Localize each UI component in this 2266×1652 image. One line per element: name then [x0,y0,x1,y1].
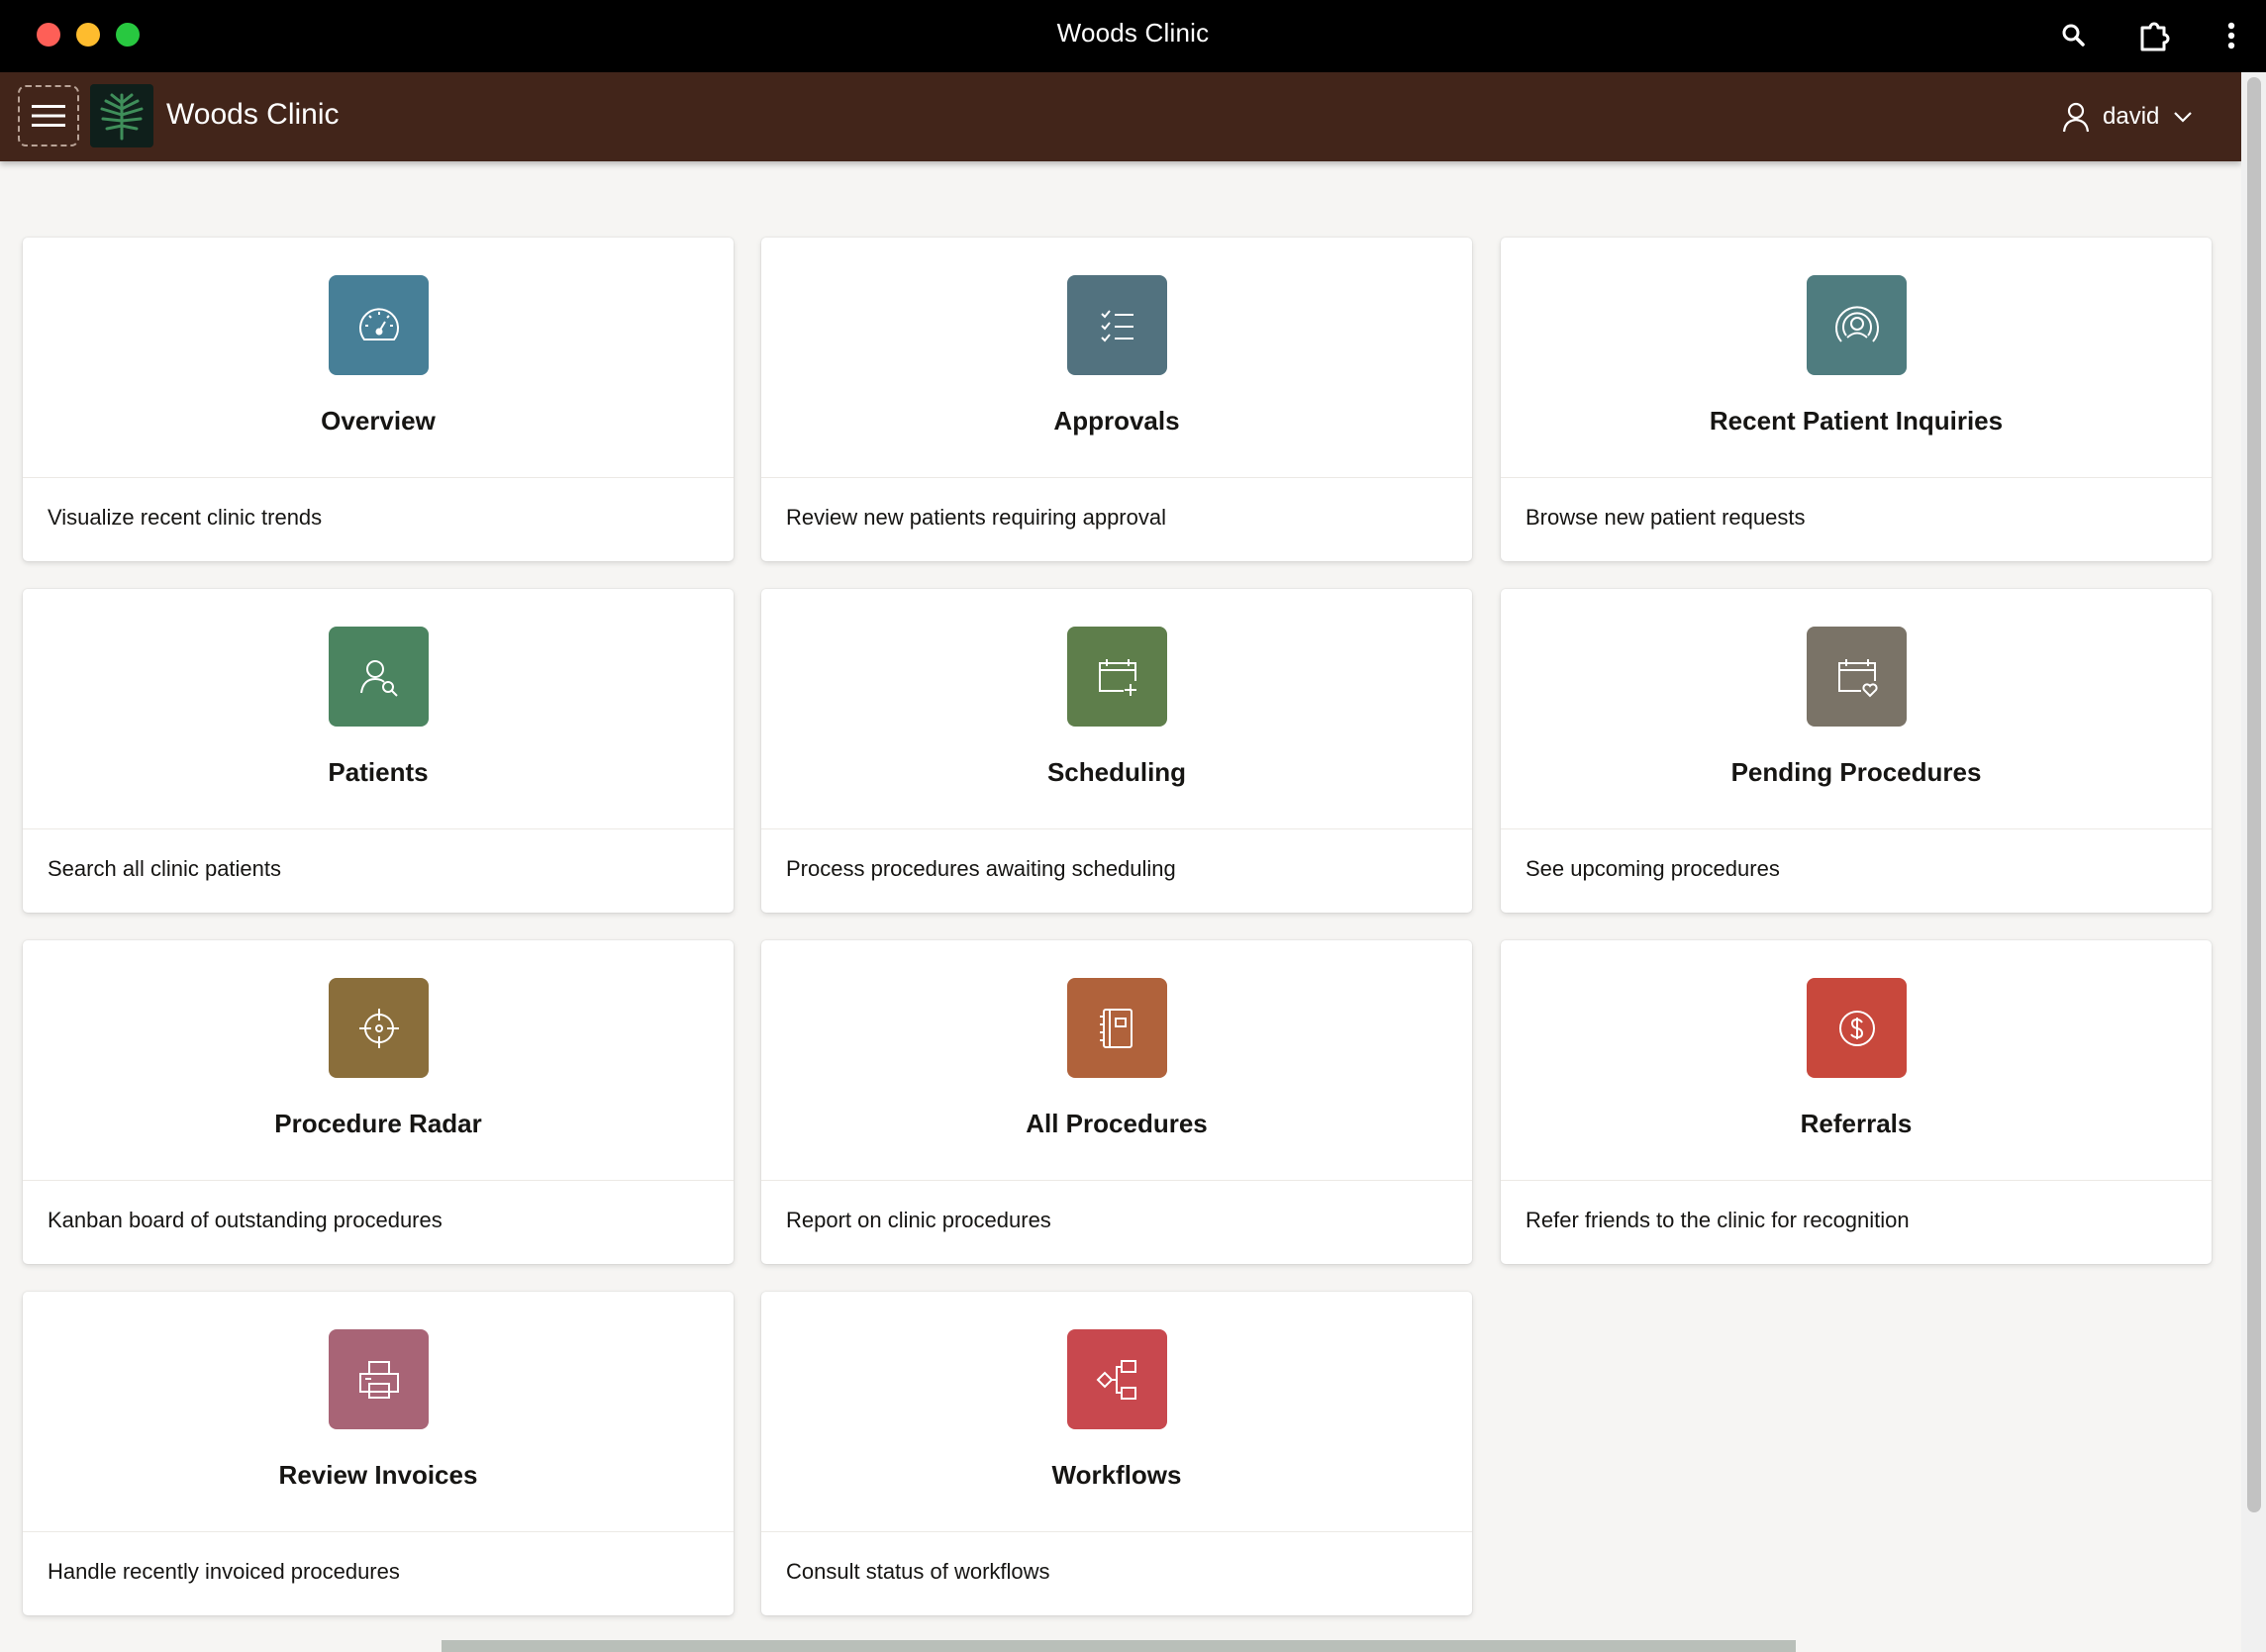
user-name: david [2103,103,2160,130]
printer-icon [329,1329,429,1429]
hamburger-icon [32,105,65,127]
card-description: See upcoming procedures [1526,856,1780,881]
zoom-search-icon[interactable] [2056,18,2092,53]
card-header: Pending Procedures [1501,589,2212,829]
crosshair-icon [329,978,429,1078]
card-overview[interactable]: Overview Visualize recent clinic trends [23,238,734,561]
card-header: Referrals [1501,940,2212,1181]
clinic-logo[interactable] [90,84,153,147]
card-header: Workflows [761,1292,1472,1532]
card-all-procedures[interactable]: All Procedures Report on clinic procedur… [761,940,1472,1264]
menu-button[interactable] [18,85,79,146]
card-title: Workflows [1051,1460,1182,1490]
user-search-icon [329,627,429,727]
dollar-coin-icon [1807,978,1907,1078]
card-approvals[interactable]: Approvals Review new patients requiring … [761,238,1472,561]
user-menu[interactable]: david [2061,98,2193,136]
card-review-invoices[interactable]: Review Invoices Handle recently invoiced… [23,1292,734,1615]
calendar-heart-icon [1807,627,1907,727]
card-header: Procedure Radar [23,940,734,1181]
card-description: Refer friends to the clinic for recognit… [1526,1208,1910,1232]
calendar-add-icon [1067,627,1167,727]
card-title: Overview [321,406,436,436]
workflow-icon [1067,1329,1167,1429]
horizontal-scrollbar[interactable] [442,1640,1796,1652]
card-pending-procedures[interactable]: Pending Procedures See upcoming procedur… [1501,589,2212,913]
card-referrals[interactable]: Referrals Refer friends to the clinic fo… [1501,940,2212,1264]
chevron-down-icon [2174,112,2193,123]
card-description: Handle recently invoiced procedures [48,1559,400,1584]
card-procedure-radar[interactable]: Procedure Radar Kanban board of outstand… [23,940,734,1264]
card-title: Referrals [1800,1109,1913,1138]
card-title: Pending Procedures [1730,757,1982,787]
vertical-scrollbar[interactable] [2247,77,2261,1512]
gauge-icon [329,275,429,375]
notebook-icon [1067,978,1167,1078]
card-description: Report on clinic procedures [786,1208,1051,1232]
card-header: All Procedures [761,940,1472,1181]
user-icon [2062,102,2090,133]
extension-puzzle-icon[interactable] [2136,18,2172,53]
card-description: Visualize recent clinic trends [48,505,323,530]
card-title: Approvals [1053,406,1180,436]
card-patients[interactable]: Patients Search all clinic patients [23,589,734,913]
app-header: Woods Clinic david [0,72,2241,161]
card-title: Review Invoices [278,1460,478,1490]
card-title: Procedure Radar [274,1109,482,1138]
card-header: Overview [23,238,734,478]
card-description: Kanban board of outstanding procedures [48,1208,443,1232]
card-workflows[interactable]: Workflows Consult status of workflows [761,1292,1472,1615]
card-header: Patients [23,589,734,829]
card-description: Search all clinic patients [48,856,282,881]
card-recent-patient-inquiries[interactable]: Recent Patient Inquiries Browse new pati… [1501,238,2212,561]
broadcast-user-icon [1807,275,1907,375]
window-title: Woods Clinic [1056,18,1210,48]
card-description: Process procedures awaiting scheduling [786,856,1176,881]
card-title: Patients [328,757,429,787]
card-description: Review new patients requiring approval [786,505,1166,530]
card-description: Browse new patient requests [1526,505,1806,530]
card-header: Scheduling [761,589,1472,829]
palm-leaf-icon [100,93,144,141]
card-header: Recent Patient Inquiries [1501,238,2212,478]
card-title: Recent Patient Inquiries [1709,406,2004,436]
window-titlebar: Woods Clinic [0,0,2266,72]
card-header: Review Invoices [23,1292,734,1532]
card-title: All Procedures [1026,1109,1208,1138]
app-title[interactable]: Woods Clinic [166,98,340,132]
checklist-icon [1067,275,1167,375]
card-scheduling[interactable]: Scheduling Process procedures awaiting s… [761,589,1472,913]
card-header: Approvals [761,238,1472,478]
card-description: Consult status of workflows [786,1559,1050,1584]
card-title: Scheduling [1046,757,1187,787]
more-options-icon[interactable] [2214,18,2249,53]
